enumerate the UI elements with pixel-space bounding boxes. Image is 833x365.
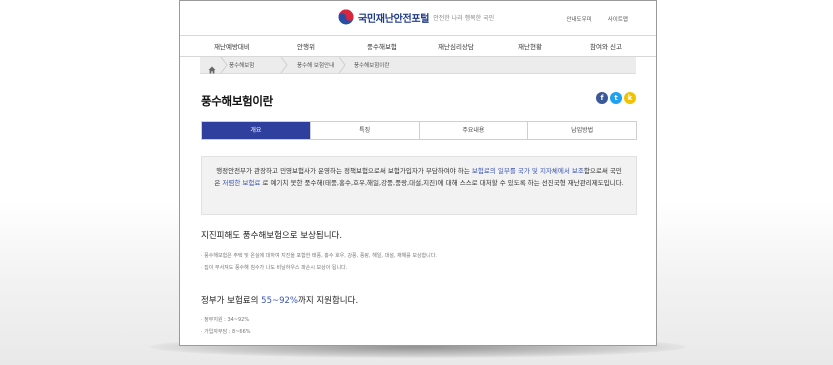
utility-links: 안내도우미 사이트맵	[566, 15, 628, 23]
taegeuk-emblem-icon	[338, 9, 354, 25]
intro-text: 로 예기치 못한 풍수해(태풍,홍수,호우,해일,강풍,풍랑,대설,지진)에 대…	[262, 179, 624, 187]
util-guide-link[interactable]: 안내도우미	[566, 15, 591, 23]
intro-highlight-subsidy: 보험료의 일부를 국가 및 지자체에서 보조	[471, 167, 584, 175]
site-logo[interactable]: 국민재난안전포털 안전한 나라 행복한 국민	[338, 9, 494, 25]
nav-item-committee[interactable]: 안행위	[297, 41, 315, 51]
list-item: · 가입자부담 : 8~66%	[201, 329, 251, 335]
subsidy-range: 55~92%	[261, 296, 298, 306]
breadcrumb-item-3[interactable]: 풍수해보험이란	[354, 61, 389, 69]
content-tabs: 개요 특징 주요내용 납입방법	[201, 121, 637, 140]
breadcrumb-separator-icon	[280, 56, 288, 74]
site-slogan: 안전한 나라 행복한 국민	[433, 14, 495, 22]
breadcrumb-separator-icon	[338, 56, 346, 74]
section-heading-earthquake: 지진피해도 풍수해보험으로 보상됩니다.	[201, 231, 343, 241]
kakao-share-icon[interactable]: k	[624, 92, 636, 104]
tab-overview[interactable]: 개요	[202, 122, 310, 139]
page-title: 풍수해보험이란	[201, 94, 273, 108]
breadcrumb-separator-icon	[220, 56, 228, 74]
facebook-share-icon[interactable]: f	[596, 92, 608, 104]
nav-item-prevention[interactable]: 재난예방대비	[214, 41, 250, 51]
nav-item-counseling[interactable]: 재난심리상담	[438, 41, 474, 51]
tab-main-content[interactable]: 주요내용	[418, 122, 528, 139]
tab-payment[interactable]: 납입방법	[527, 122, 636, 139]
tab-features[interactable]: 특징	[309, 122, 419, 139]
section-heading-subsidy: 정부가 보험료의 55~92%까지 지원합니다.	[201, 296, 359, 306]
list-item: · 정부지원 : 34~92%	[201, 317, 250, 323]
intro-box: 행정안전부가 관장하고 민영보험사가 운영하는 정책보험으로써 보험가입자가 부…	[201, 156, 637, 215]
list-item: · 풍수해보험은 주택 및 온실에 대하여 지진을 포함한 태풍, 홍수 호우,…	[201, 253, 437, 259]
list-item: · 집이 부서져도 풍수해 침수가 나도 비닐하우스 파손시 보상이 됩니다.	[201, 265, 348, 271]
breadcrumb: 풍수해보험 풍수해 보험안내 풍수해보험이란	[200, 56, 636, 74]
nav-item-status[interactable]: 재난현황	[518, 41, 542, 51]
site-title: 국민재난안전포털	[358, 13, 430, 25]
util-sitemap-link[interactable]: 사이트맵	[608, 15, 628, 23]
intro-text: 행정안전부가 관장하고 민영보험사가 운영하는 정책보험으로써 보험가입자가 부…	[216, 167, 470, 175]
header: 국민재난안전포털 안전한 나라 행복한 국민 안내도우미 사이트맵	[180, 1, 656, 35]
home-icon[interactable]	[207, 60, 217, 74]
breadcrumb-item-1[interactable]: 풍수해보험	[229, 61, 254, 69]
twitter-share-icon[interactable]: t	[610, 92, 622, 104]
nav-item-report[interactable]: 참여와 신고	[590, 41, 622, 51]
breadcrumb-item-2[interactable]: 풍수해 보험안내	[297, 61, 334, 69]
intro-highlight-low-premium: 저렴한 보험료	[222, 179, 261, 187]
browser-frame: 국민재난안전포털 안전한 나라 행복한 국민 안내도우미 사이트맵 재난예방대비…	[179, 0, 657, 346]
nav-item-insurance[interactable]: 풍수해보험	[367, 41, 397, 51]
global-nav: 재난예방대비 안행위 풍수해보험 재난심리상담 재난현황 참여와 신고	[180, 35, 656, 57]
